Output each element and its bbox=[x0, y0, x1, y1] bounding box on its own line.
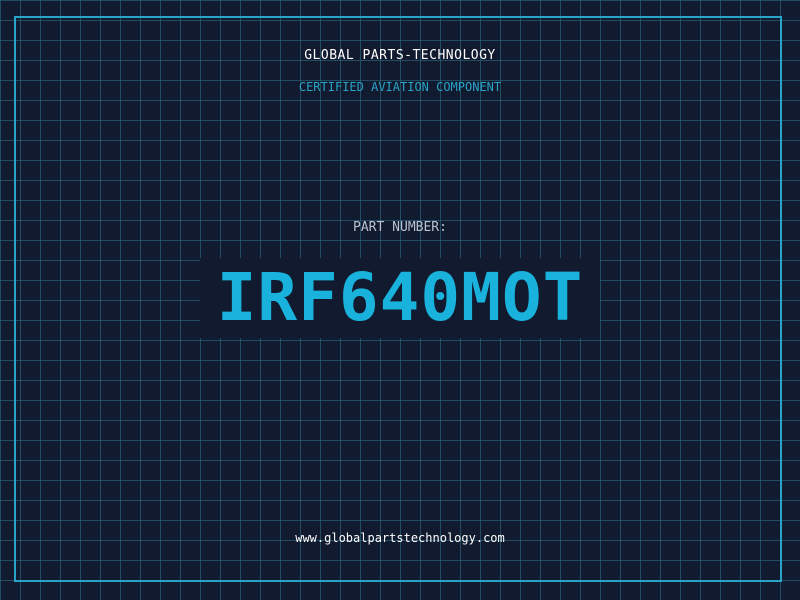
website-url: www.globalpartstechnology.com bbox=[295, 531, 505, 545]
part-number-value: IRF640MOT bbox=[216, 259, 584, 336]
part-number-label: PART NUMBER: bbox=[353, 220, 447, 235]
company-name: GLOBAL PARTS-TECHNOLOGY bbox=[304, 48, 496, 63]
part-number-panel: IRF640MOT bbox=[200, 258, 600, 338]
certification-subtitle: CERTIFIED AVIATION COMPONENT bbox=[298, 80, 502, 94]
label-card: GLOBAL PARTS-TECHNOLOGY CERTIFIED AVIATI… bbox=[0, 0, 800, 600]
